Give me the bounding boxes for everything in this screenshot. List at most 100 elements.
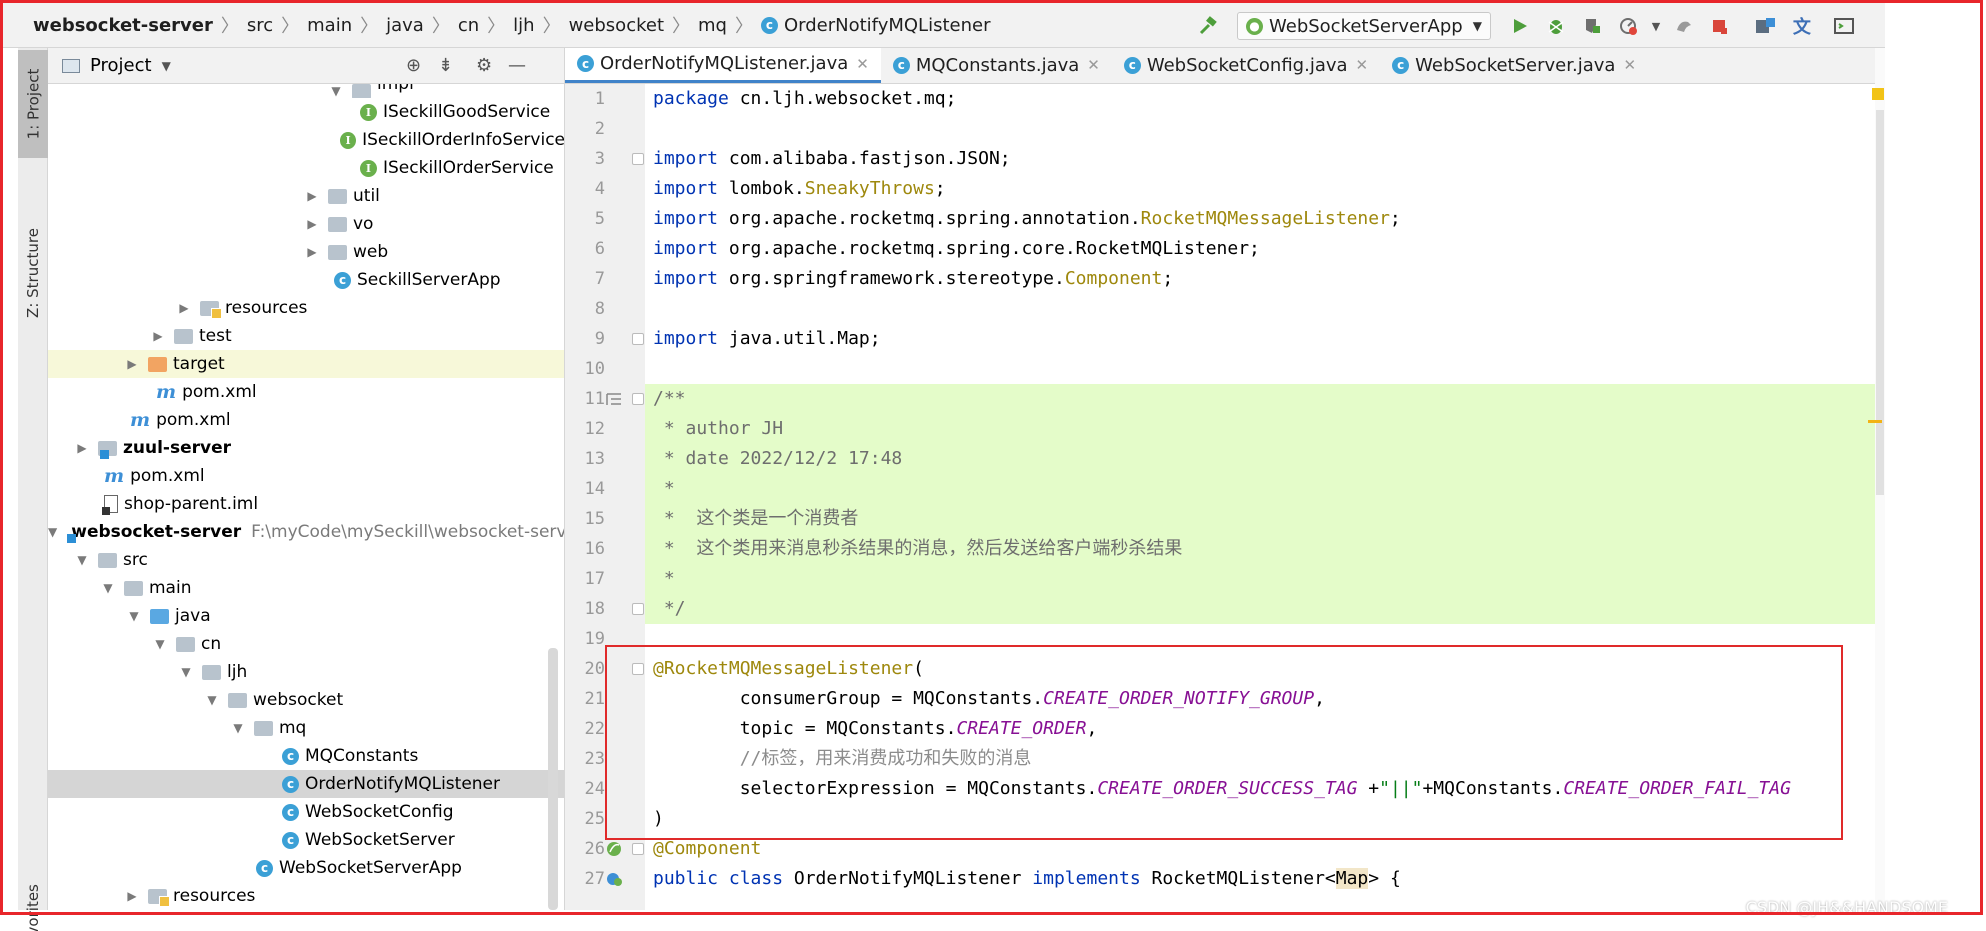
close-icon[interactable]: ✕ xyxy=(1623,56,1636,74)
tab-websocketserver[interactable]: c WebSocketServer.java ✕ xyxy=(1380,48,1648,83)
tree-item-iseckillorderservice[interactable]: I ISeckillOrderService xyxy=(48,154,564,182)
close-icon[interactable]: ✕ xyxy=(1356,56,1369,74)
implements-icon[interactable] xyxy=(605,870,623,888)
tree-item-test[interactable]: ▶ test xyxy=(48,322,564,350)
code-line[interactable]: */ xyxy=(645,594,1875,624)
code-line[interactable]: @RocketMQMessageListener( xyxy=(645,654,1875,684)
breadcrumb-cn[interactable]: cn xyxy=(458,15,479,36)
fold-marker-icon[interactable] xyxy=(632,153,644,165)
code-line[interactable]: selectorExpression = MQConstants.CREATE_… xyxy=(645,774,1875,804)
code-line[interactable]: @Component xyxy=(645,834,1875,864)
tree-item-main[interactable]: ▼ main xyxy=(48,574,564,602)
tree-item-pom-xml[interactable]: m pom.xml xyxy=(48,378,564,406)
breadcrumb-class[interactable]: c OrderNotifyMQListener xyxy=(760,15,990,36)
tree-item-pom-xml[interactable]: m pom.xml xyxy=(48,406,564,434)
stop-icon[interactable] xyxy=(1705,11,1735,41)
build-hammer-icon[interactable] xyxy=(1193,11,1223,41)
breadcrumb-mq[interactable]: mq xyxy=(698,15,727,36)
code-line[interactable]: import org.apache.rocketmq.spring.core.R… xyxy=(645,234,1875,264)
fold-marker-icon[interactable] xyxy=(632,663,644,675)
code-line[interactable]: package cn.ljh.websocket.mq; xyxy=(645,84,1875,114)
code-line[interactable]: * author JH xyxy=(645,414,1875,444)
tree-item-resources[interactable]: ▶ resources xyxy=(48,882,564,910)
run-icon[interactable] xyxy=(1505,11,1535,41)
terminal-icon[interactable] xyxy=(1829,11,1859,41)
code-line[interactable]: ) xyxy=(645,804,1875,834)
fold-marker-icon[interactable] xyxy=(632,333,644,345)
code-line[interactable]: * xyxy=(645,564,1875,594)
gear-icon[interactable]: ⚙ xyxy=(476,55,492,76)
tree-item-websocketconfig[interactable]: c WebSocketConfig xyxy=(48,798,564,826)
tree-item-pom-xml[interactable]: m pom.xml xyxy=(48,462,564,490)
tab-mqconstants[interactable]: c MQConstants.java ✕ xyxy=(881,48,1112,83)
tree-item-target[interactable]: ▶ target xyxy=(48,350,564,378)
chevron-down-icon[interactable]: ▼ xyxy=(1649,11,1663,41)
tree-item-cn[interactable]: ▼ cn xyxy=(48,630,564,658)
breadcrumb-src[interactable]: src xyxy=(247,15,273,36)
tab-ordernotifymqlistener[interactable]: c OrderNotifyMQListener.java ✕ xyxy=(565,48,881,83)
tree-item-ljh[interactable]: ▼ ljh xyxy=(48,658,564,686)
inspection-status-icon[interactable] xyxy=(1872,88,1884,100)
fold-marker-icon[interactable] xyxy=(632,603,644,615)
code-area[interactable]: package cn.ljh.websocket.mq; import com.a… xyxy=(645,84,1875,910)
code-line[interactable]: import com.alibaba.fastjson.JSON; xyxy=(645,144,1875,174)
minimize-icon[interactable]: — xyxy=(508,55,526,76)
tree-item-seckillserverapp[interactable]: c SeckillServerApp xyxy=(48,266,564,294)
code-line[interactable]: import org.apache.rocketmq.spring.annota… xyxy=(645,204,1875,234)
tree-item-websocket[interactable]: ▼ websocket xyxy=(48,686,564,714)
code-line[interactable]: topic = MQConstants.CREATE_ORDER, xyxy=(645,714,1875,744)
code-line[interactable]: public class OrderNotifyMQListener imple… xyxy=(645,864,1875,894)
locate-file-icon[interactable]: ⊕ xyxy=(406,55,421,76)
render-doc-icon[interactable] xyxy=(605,390,623,408)
attach-debugger-icon[interactable] xyxy=(1669,11,1699,41)
tree-item-mqconstants[interactable]: c MQConstants xyxy=(48,742,564,770)
tree-item-websocket-server[interactable]: ▼ websocket-server F:\myCode\mySeckill\web… xyxy=(48,518,564,546)
close-icon[interactable]: ✕ xyxy=(856,55,869,73)
spring-bean-icon[interactable] xyxy=(605,840,623,858)
tree-item-util[interactable]: ▶ util xyxy=(48,182,564,210)
tree-item-mq[interactable]: ▼ mq xyxy=(48,714,564,742)
breadcrumb-module[interactable]: websocket-server xyxy=(33,15,213,36)
breadcrumb-java[interactable]: java xyxy=(386,15,424,36)
tree-item-websocketserverapp[interactable]: c WebSocketServerApp xyxy=(48,854,564,882)
tree-item-websocketserver[interactable]: c WebSocketServer xyxy=(48,826,564,854)
code-line[interactable] xyxy=(645,354,1875,384)
code-line[interactable]: * xyxy=(645,474,1875,504)
tree-item-zuul-server[interactable]: ▶ zuul-server xyxy=(48,434,564,462)
chevron-down-icon[interactable]: ▼ xyxy=(162,59,171,73)
tab-websocketconfig[interactable]: c WebSocketConfig.java ✕ xyxy=(1112,48,1380,83)
code-line[interactable]: //标签，用来消费成功和失败的消息 xyxy=(645,744,1875,774)
tree-item-impl[interactable]: ▼ impl xyxy=(48,84,564,98)
tree-item-java[interactable]: ▼ java xyxy=(48,602,564,630)
breadcrumb-ljh[interactable]: ljh xyxy=(513,15,534,36)
close-icon[interactable]: ✕ xyxy=(1087,56,1100,74)
translate-icon[interactable]: 文 xyxy=(1787,11,1817,41)
code-line[interactable]: import java.util.Map; xyxy=(645,324,1875,354)
fold-marker-icon[interactable] xyxy=(632,843,644,855)
code-line[interactable]: * 这个类用来消息秒杀结果的消息，然后发送给客户端秒杀结果 xyxy=(645,534,1875,564)
run-configuration-select[interactable]: ● WebSocketServerApp ▼ xyxy=(1237,12,1491,40)
project-structure-icon[interactable] xyxy=(1751,11,1781,41)
code-line[interactable] xyxy=(645,114,1875,144)
breadcrumb-websocket[interactable]: websocket xyxy=(569,15,664,36)
code-line[interactable] xyxy=(645,624,1875,654)
fold-marker-icon[interactable] xyxy=(632,393,644,405)
profiler-icon[interactable] xyxy=(1613,11,1643,41)
tree-item-src[interactable]: ▼ src xyxy=(48,546,564,574)
tree-item-resources[interactable]: ▶ resources xyxy=(48,294,564,322)
code-line[interactable]: /** xyxy=(645,384,1875,414)
code-line[interactable]: * 这个类是一个消费者 xyxy=(645,504,1875,534)
tree-item-iseckillorderinfoservice[interactable]: I ISeckillOrderInfoService xyxy=(48,126,564,154)
coverage-icon[interactable] xyxy=(1577,11,1607,41)
tree-item-web[interactable]: ▶ web xyxy=(48,238,564,266)
tool-window-project-tab[interactable]: 1: Project xyxy=(18,50,48,158)
code-line[interactable]: * date 2022/12/2 17:48 xyxy=(645,444,1875,474)
code-line[interactable]: import lombok.SneakyThrows; xyxy=(645,174,1875,204)
code-line[interactable]: consumerGroup = MQConstants.CREATE_ORDER… xyxy=(645,684,1875,714)
warning-marker[interactable] xyxy=(1868,420,1882,423)
project-panel-title[interactable]: Project xyxy=(90,55,152,76)
debug-icon[interactable] xyxy=(1541,11,1571,41)
collapse-all-icon[interactable]: ⇟ xyxy=(438,55,453,76)
project-scrollbar[interactable] xyxy=(548,648,558,910)
tree-item-vo[interactable]: ▶ vo xyxy=(48,210,564,238)
